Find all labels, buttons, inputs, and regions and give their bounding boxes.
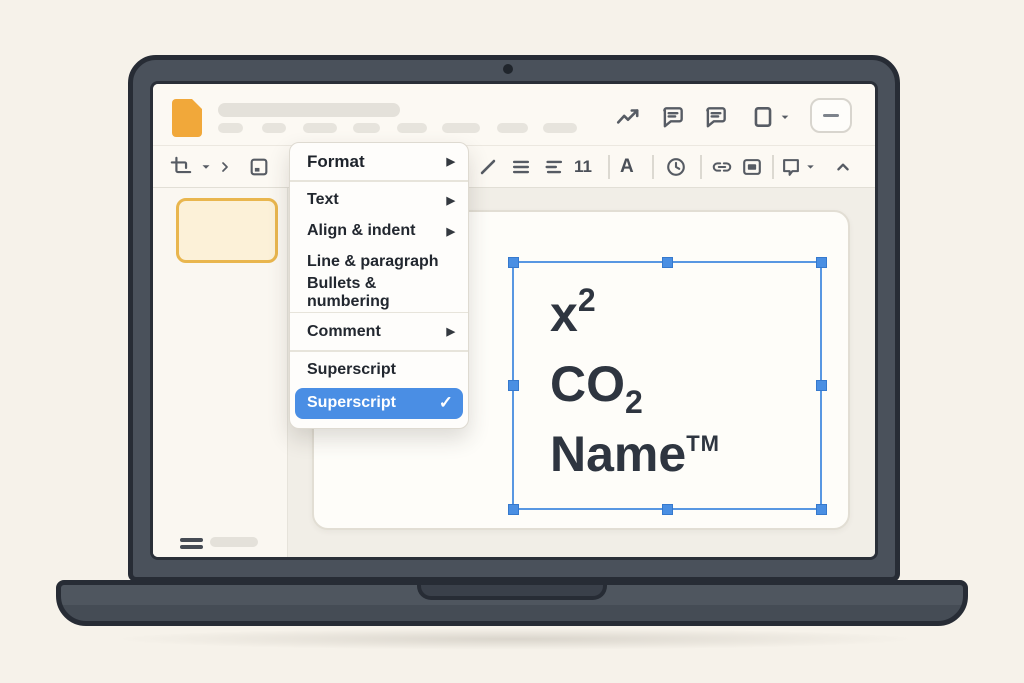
menu-item-bullets-numbering[interactable]: Bullets & numbering [290,278,468,309]
document-icon [172,99,202,137]
laptop-shadow [110,628,920,650]
laptop-base [56,580,968,626]
history-icon[interactable] [665,156,687,178]
menu-item-text[interactable]: Text ▶ [290,185,468,216]
menubar-item-placeholder[interactable] [262,123,286,133]
menubar-item-placeholder[interactable] [543,123,577,133]
crop-icon[interactable] [170,156,192,178]
resize-handle-ne[interactable] [816,257,827,268]
resize-handle-sw[interactable] [508,504,519,515]
app-window: 11 A [153,84,875,557]
document-title-placeholder[interactable] [218,103,400,117]
toolbar-divider [608,155,610,179]
resize-handle-nw[interactable] [508,257,519,268]
menu-item-superscript-selected[interactable]: Superscript ✓ [295,388,463,419]
minimize-button[interactable] [810,98,852,133]
menubar-item-placeholder[interactable] [497,123,528,133]
drag-handle-icon[interactable] [180,538,203,542]
menubar-item-placeholder[interactable] [218,123,243,133]
toolbar-divider [772,155,774,179]
document-icon-fold [192,99,202,109]
text-line-subscript-example: CO2 [550,349,720,419]
format-menu-header[interactable]: Format ▶ [290,143,468,180]
align-left-icon[interactable] [543,156,565,178]
comment-icon[interactable] [703,104,729,130]
trending-icon[interactable] [615,104,641,130]
minus-icon [823,114,839,117]
chevron-right-icon[interactable] [217,156,233,178]
selected-text-box[interactable]: x2 CO2 NameTM [512,261,822,510]
copy-icon[interactable] [248,156,270,178]
slide-thumbnail-panel [153,188,288,557]
laptop-base-notch [417,585,607,600]
caret-down-icon[interactable] [804,156,817,178]
illustration-stage: 11 A [0,0,1024,683]
submenu-arrow-icon: ▶ [447,225,455,238]
resize-handle-se[interactable] [816,504,827,515]
menubar-item-placeholder[interactable] [353,123,380,133]
present-icon[interactable] [750,104,776,130]
text-line-trademark-example: NameTM [550,419,720,489]
resize-handle-e[interactable] [816,380,827,391]
submenu-arrow-icon: ▶ [447,194,455,207]
resize-handle-n[interactable] [662,257,673,268]
submenu-arrow-icon: ▶ [447,325,455,338]
callout-icon[interactable] [780,156,802,178]
text-color-button[interactable]: A [620,156,634,178]
toolbar-divider [652,155,654,179]
toolbar-divider [700,155,702,179]
pen-icon[interactable] [477,156,499,178]
text-box-icon[interactable] [741,156,763,178]
caret-down-icon[interactable] [777,104,793,130]
menu-item-comment[interactable]: Comment ▶ [290,316,468,347]
collapse-toolbar-icon[interactable] [832,156,854,178]
font-size-value[interactable]: 11 [574,156,592,178]
caret-down-icon[interactable] [199,156,213,178]
checkmark-icon: ✓ [439,393,453,413]
menubar-item-placeholder[interactable] [303,123,337,133]
text-box-content: x2 CO2 NameTM [550,279,720,489]
menu-group-superscript: Superscript Superscript ✓ [290,352,468,423]
menu-item-superscript[interactable]: Superscript [290,355,468,386]
menu-group-comment: Comment ▶ [290,313,468,350]
text-line-superscript-example: x2 [550,279,720,349]
menu-item-line-paragraph[interactable]: Line & paragraph [290,247,468,278]
menubar-item-placeholder[interactable] [442,123,480,133]
drag-handle-icon[interactable] [180,545,203,549]
menubar-item-placeholder[interactable] [397,123,427,133]
status-placeholder [210,537,258,547]
resize-handle-s[interactable] [662,504,673,515]
comment-icon[interactable] [660,104,686,130]
link-icon[interactable] [711,156,733,178]
resize-handle-w[interactable] [508,380,519,391]
submenu-arrow-icon: ▶ [447,155,455,168]
format-menu: Format ▶ Text ▶ Align & indent ▶ Line & … [289,142,469,429]
menu-item-align-indent[interactable]: Align & indent ▶ [290,216,468,247]
menu-group-text: Text ▶ Align & indent ▶ Line & paragraph… [290,182,468,312]
slide-thumbnail[interactable] [176,198,278,263]
webcam-dot [503,64,513,74]
align-justify-icon[interactable] [510,156,532,178]
